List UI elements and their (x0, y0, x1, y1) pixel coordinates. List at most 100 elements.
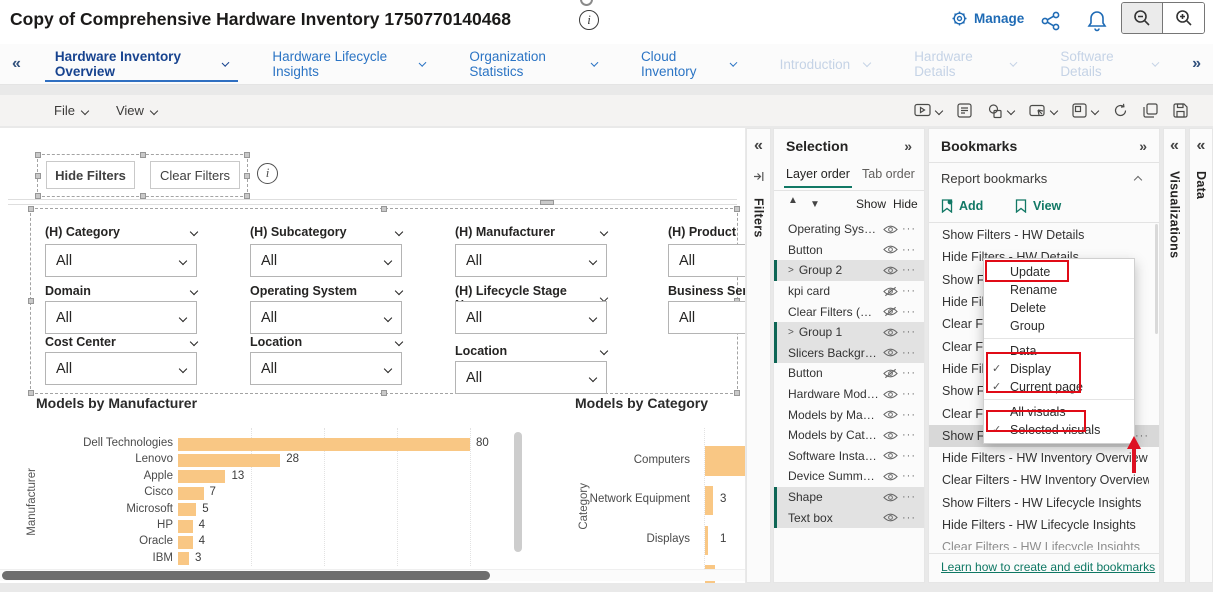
slicer-dropdown--h-subcategory[interactable]: All (250, 244, 402, 277)
duplicate-page-button[interactable] (1140, 101, 1161, 120)
slicer-dropdown-operating-system[interactable]: All (250, 301, 402, 334)
expand-visualizations-icon[interactable]: « (1170, 137, 1179, 155)
chevron-down-icon[interactable] (589, 373, 597, 381)
tab-organization-statistics[interactable]: Organization Statistics (447, 44, 619, 84)
bar[interactable] (178, 438, 470, 451)
bar[interactable] (705, 486, 713, 515)
data-pane-collapsed[interactable]: « Data (1189, 128, 1213, 583)
visibility-eye-icon[interactable] (883, 492, 898, 503)
resize-handle[interactable] (28, 298, 34, 304)
chevron-down-icon[interactable] (179, 256, 187, 264)
chevron-down-icon[interactable] (395, 228, 403, 236)
bookmark-item[interactable]: Show Filters - HW Details (929, 224, 1159, 246)
context-menu-item-rename[interactable]: Rename (984, 281, 1134, 299)
visibility-eye-icon[interactable] (883, 512, 898, 523)
slicer-dropdown-business-ser[interactable]: All (668, 301, 745, 334)
tab-software-details[interactable]: Software Details (1038, 44, 1180, 84)
show-all-button[interactable]: Show (856, 197, 886, 211)
canvas-hscrollbar-thumb[interactable] (2, 571, 490, 580)
bar[interactable] (178, 503, 196, 516)
chevron-down-icon[interactable] (179, 364, 187, 372)
bookmark-item[interactable]: Hide Filters - HW Lifecycle Insights (929, 514, 1159, 536)
text-box-button[interactable] (954, 101, 975, 120)
collapse-section-icon[interactable] (1134, 176, 1142, 184)
page-layout-button[interactable] (1069, 101, 1101, 120)
tab-cloud-inventory[interactable]: Cloud Inventory (619, 44, 758, 84)
chevron-down-icon[interactable] (190, 228, 198, 236)
chevron-down-icon[interactable] (863, 58, 871, 66)
chevron-down-icon[interactable] (1010, 59, 1018, 67)
chevron-down-icon[interactable] (589, 256, 597, 264)
expand-group-icon[interactable]: > (788, 265, 794, 276)
slicer-header--h-category[interactable]: (H) Category (45, 225, 197, 239)
visibility-eye-icon[interactable] (883, 224, 898, 235)
report-canvas[interactable]: Hide Filters Clear Filters i (H) Categor… (0, 128, 745, 583)
chevron-down-icon[interactable] (729, 59, 737, 67)
slicer-header-operating-system[interactable]: Operating System (250, 284, 402, 298)
chevron-down-icon[interactable] (179, 313, 187, 321)
more-options-icon[interactable]: ··· (902, 285, 916, 297)
slicer-dropdown--h-lifecycle-stage-name[interactable]: All (455, 301, 607, 334)
layer-item[interactable]: Device Summary··· (774, 466, 924, 487)
buttons-button[interactable] (1026, 102, 1060, 120)
tab-layer-order[interactable]: Layer order (786, 167, 850, 181)
file-menu[interactable]: File (40, 103, 102, 118)
refresh-button[interactable] (1110, 101, 1131, 120)
resize-handle[interactable] (35, 152, 41, 158)
add-bookmark-button[interactable]: Add (941, 199, 983, 213)
bar[interactable] (178, 520, 193, 533)
layer-item[interactable]: kpi card··· (774, 281, 924, 302)
resize-handle[interactable] (244, 173, 250, 179)
slicer-header-location[interactable]: Location (250, 335, 402, 349)
slicer-header-domain[interactable]: Domain (45, 284, 197, 298)
bar[interactable] (178, 552, 189, 565)
chart1-scrollbar[interactable] (514, 432, 522, 552)
more-options-icon[interactable]: ··· (902, 306, 916, 318)
chevron-down-icon[interactable] (222, 59, 230, 67)
move-layer-up-icon[interactable]: ▲ (788, 195, 798, 206)
expand-filters-icon[interactable]: « (754, 137, 763, 155)
info-icon[interactable]: i (257, 163, 278, 184)
bar[interactable] (178, 470, 225, 483)
layer-item[interactable]: Models by Manufact...··· (774, 404, 924, 425)
view-menu[interactable]: View (102, 103, 171, 118)
more-options-icon[interactable]: ··· (902, 264, 916, 276)
chevron-down-icon[interactable] (591, 59, 599, 67)
manage-button[interactable]: Manage (951, 10, 1024, 27)
visibility-eye-icon[interactable] (883, 430, 898, 441)
slicer-header-cost-center[interactable]: Cost Center (45, 335, 197, 349)
chevron-down-icon[interactable] (190, 287, 198, 295)
slicer-dropdown--h-product[interactable]: All (668, 244, 745, 277)
layer-item[interactable]: Operating System Su...··· (774, 219, 924, 240)
clear-filters-button[interactable]: Clear Filters (150, 161, 240, 189)
visualizations-pane-collapsed[interactable]: « Visualizations (1163, 128, 1186, 583)
more-options-icon[interactable]: ··· (902, 512, 916, 524)
slicer-header--h-subcategory[interactable]: (H) Subcategory (250, 225, 402, 239)
more-options-icon[interactable]: ··· (902, 491, 916, 503)
report-bookmarks-section-header[interactable]: Report bookmarks (941, 171, 1047, 186)
layer-item[interactable]: Clear Filters (Show)··· (774, 301, 924, 322)
move-layer-down-icon[interactable]: ▼ (810, 199, 820, 210)
bar[interactable] (178, 536, 193, 549)
bar[interactable] (705, 446, 745, 476)
slicer-header-business-ser[interactable]: Business Ser (668, 284, 745, 298)
resize-handle[interactable] (381, 390, 387, 396)
visibility-eye-off-icon[interactable] (883, 306, 898, 317)
filters-pane-collapsed[interactable]: « Filters (746, 128, 771, 583)
share-icon[interactable] (1040, 10, 1062, 32)
notifications-icon[interactable] (1086, 9, 1108, 33)
slicer-header-location[interactable]: Location (455, 344, 607, 358)
layer-item[interactable]: Text box··· (774, 507, 924, 528)
save-button[interactable] (1170, 101, 1191, 120)
more-options-icon[interactable]: ··· (902, 429, 916, 441)
chevron-down-icon[interactable] (384, 313, 392, 321)
context-menu-item-group[interactable]: Group (984, 317, 1134, 335)
more-options-icon[interactable]: ··· (902, 409, 916, 421)
tabs-scroll-left-icon[interactable]: « (0, 55, 33, 73)
visibility-eye-icon[interactable] (883, 265, 898, 276)
hide-filters-button[interactable]: Hide Filters (46, 161, 135, 189)
layer-item[interactable]: Hardware Models De...··· (774, 384, 924, 405)
chevron-down-icon[interactable] (419, 59, 427, 67)
bar[interactable] (178, 454, 280, 467)
visibility-eye-icon[interactable] (883, 389, 898, 400)
